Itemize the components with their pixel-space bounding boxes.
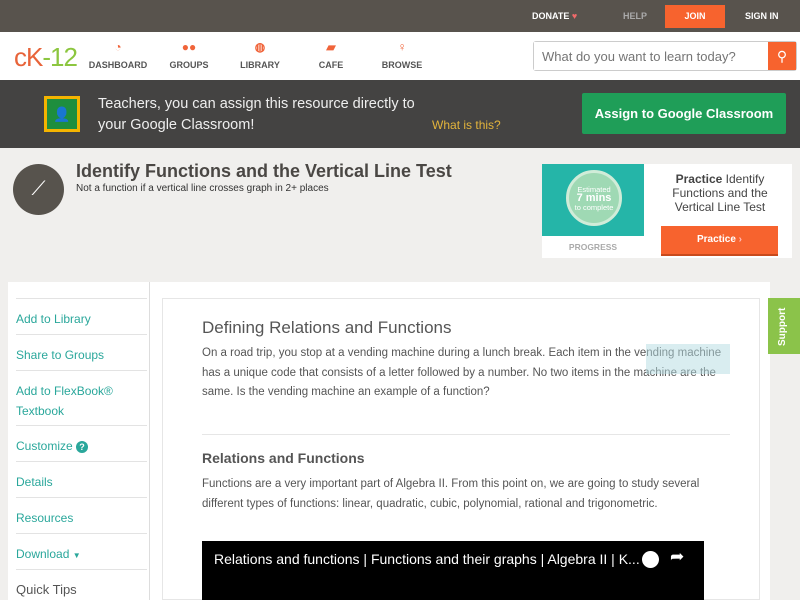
intro-paragraph: On a road trip, you stop at a vending ma… <box>202 347 722 398</box>
estimate-badge: Estimated 7 mins to complete <box>566 170 622 226</box>
estimate-value: 7 mins <box>576 192 612 204</box>
ck12-logo[interactable]: cK-12 <box>14 42 78 73</box>
share-icon[interactable]: ➦ <box>670 547 684 567</box>
sidebar: Add to Library Share to Groups Add to Fl… <box>8 282 150 600</box>
nav-label: LIBRARY <box>240 60 280 70</box>
practice-title: Practice Identify Functions and the Vert… <box>660 172 780 214</box>
support-label: Support <box>777 307 788 346</box>
sidebar-download[interactable]: Download ▼ <box>16 533 147 566</box>
join-button[interactable]: JOIN <box>665 5 725 28</box>
groups-icon: ●● <box>181 40 197 54</box>
section-heading: Defining Relations and Functions <box>202 318 452 337</box>
cafe-icon: ▰ <box>326 40 336 54</box>
customize-label: Customize <box>16 439 73 453</box>
search-button[interactable]: ⚲ <box>768 42 796 70</box>
caret-down-icon: ▼ <box>72 551 81 560</box>
banner-message: Teachers, you can assign this resource d… <box>98 96 415 133</box>
practice-card: Estimated 7 mins to complete PROGRESS Prac… <box>542 164 792 258</box>
what-is-this-link[interactable]: What is this? <box>432 118 501 132</box>
nav-library[interactable]: ◍ LIBRARY <box>225 40 295 70</box>
nav-groups[interactable]: ●● GROUPS <box>154 40 224 70</box>
donate-link[interactable]: DONATE ♥ <box>532 11 577 21</box>
assign-to-google-classroom-button[interactable]: Assign to Google Classroom <box>582 93 786 134</box>
video-title[interactable]: Relations and functions | Functions and … <box>214 551 640 567</box>
practice-button[interactable]: Practice › <box>661 226 778 256</box>
logo-text: cK <box>14 42 43 72</box>
help-link[interactable]: HELP <box>623 11 647 21</box>
search-box: ⚲ <box>533 41 797 71</box>
sidebar-quick-tips[interactable]: Quick Tips <box>16 569 147 600</box>
practice-button-label: Practice <box>696 234 736 245</box>
progress-label: PROGRESS <box>568 242 618 252</box>
sidebar-add-to-library[interactable]: Add to Library <box>16 298 147 329</box>
library-icon: ◍ <box>254 40 266 54</box>
search-input[interactable] <box>534 42 764 70</box>
video-player[interactable]: Relations and functions | Functions and … <box>202 541 704 600</box>
logo-text-2: -12 <box>42 42 78 72</box>
dashboard-icon: ◔ <box>114 40 122 54</box>
sidebar-share-to-groups[interactable]: Share to Groups <box>16 334 147 365</box>
chevron-right-icon: › <box>738 234 743 245</box>
sidebar-add-to-flexbook[interactable]: Add to FlexBook® Textbook <box>16 370 147 421</box>
annotation-toolbar[interactable] <box>646 344 730 374</box>
download-label: Download <box>16 547 70 561</box>
browse-icon: ♀ <box>397 40 407 54</box>
heart-icon: ♥ <box>571 11 578 21</box>
donate-label: DONATE <box>532 11 570 21</box>
support-tab[interactable]: Support <box>768 298 800 354</box>
search-icon: ⚲ <box>776 48 788 64</box>
sign-in-link[interactable]: SIGN IN <box>745 11 779 21</box>
nav-cafe[interactable]: ▰ CAFE <box>296 40 366 70</box>
estimate-label-2: to complete <box>574 203 614 212</box>
page-subtitle: Not a function if a vertical line crosse… <box>76 183 329 194</box>
nav-label: BROWSE <box>381 60 423 70</box>
sidebar-customize[interactable]: Customize ? <box>16 425 147 456</box>
watch-later-icon[interactable] <box>642 551 659 568</box>
graph-icon: ⟋ <box>13 164 64 215</box>
practice-bold: Practice <box>675 172 723 186</box>
sidebar-resources[interactable]: Resources <box>16 497 147 528</box>
practice-image: Estimated 7 mins to complete <box>542 164 644 236</box>
google-classroom-icon: 👤 <box>44 96 80 132</box>
nav-label: DASHBOARD <box>88 60 148 70</box>
nav-browse[interactable]: ♀ BROWSE <box>367 40 437 70</box>
page-title: Identify Functions and the Vertical Line… <box>76 161 452 181</box>
subsection-heading: Relations and Functions <box>202 450 365 466</box>
banner-text: Teachers, you can assign this resource d… <box>98 94 501 136</box>
nav-label: CAFE <box>318 60 344 70</box>
functions-paragraph: Functions are a very important part of A… <box>202 478 700 510</box>
help-icon[interactable]: ? <box>76 441 89 453</box>
nav-label: GROUPS <box>169 60 209 70</box>
sidebar-details[interactable]: Details <box>16 461 147 492</box>
divider <box>202 434 730 435</box>
nav-dashboard[interactable]: ◔ DASHBOARD <box>83 40 153 70</box>
